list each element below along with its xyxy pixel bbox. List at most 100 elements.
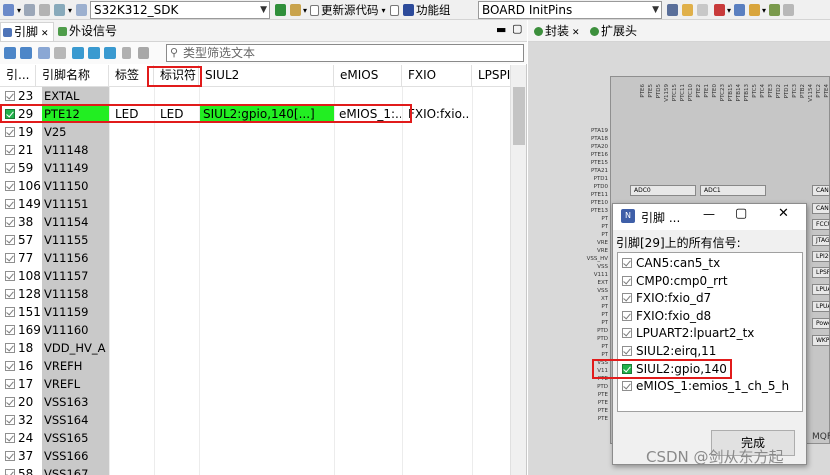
signal-checkbox[interactable] (622, 275, 632, 286)
table-row[interactable]: 58 VSS167 (0, 465, 510, 475)
cell-ident[interactable]: LED (160, 105, 204, 123)
table-row[interactable]: 149 V11151 (0, 195, 510, 213)
wand-icon[interactable] (749, 4, 761, 16)
search-input[interactable]: ⚲ 类型筛选文本 (166, 44, 524, 62)
left-pin-label[interactable]: PT (601, 352, 608, 358)
function-group-button[interactable]: 功能组 (390, 3, 451, 17)
left-pin-label[interactable]: PTE (598, 376, 608, 382)
peripheral-box[interactable]: ADC0 (630, 185, 696, 196)
function-group-combo[interactable]: BOARD InitPins ▼ (478, 1, 662, 19)
left-pin-label[interactable]: V111 (594, 272, 608, 278)
route-mid-icon[interactable] (88, 47, 100, 59)
save-all-icon[interactable] (39, 4, 51, 16)
row-checkbox[interactable] (5, 235, 15, 245)
settings-icon[interactable] (290, 4, 301, 16)
column-header-label[interactable]: 标签 (109, 65, 154, 86)
pin-name[interactable]: V11154 (42, 213, 109, 231)
update-source-button[interactable]: 更新源代码 ▾ (310, 3, 386, 17)
signal-item[interactable]: eMIOS_1:emios_1_ch_5_h (622, 378, 789, 395)
left-pin-label[interactable]: PTA18 (591, 136, 608, 142)
left-pin-label[interactable]: VSS_HV (587, 256, 608, 262)
signal-checkbox[interactable] (622, 293, 632, 304)
top-pin-label[interactable]: PTC3 (792, 84, 798, 98)
left-pin-label[interactable]: PT (601, 344, 608, 350)
top-pin-label[interactable]: PTE2 (696, 84, 702, 98)
cell-emios[interactable]: eMIOS_1:... (339, 105, 401, 123)
top-pin-label[interactable]: PTC23 (720, 84, 726, 101)
table-row[interactable]: 77 V11156 (0, 249, 510, 267)
top-pin-label[interactable]: PTB14 (736, 84, 742, 101)
column-header-pin-name[interactable]: 引脚名称 (36, 65, 109, 86)
left-pin-label[interactable]: PTA20 (591, 144, 608, 150)
left-pin-label[interactable]: PTE (598, 408, 608, 414)
close-icon[interactable]: ✕ (778, 206, 789, 221)
left-pin-label[interactable]: PTA19 (591, 128, 608, 134)
row-checkbox[interactable] (5, 361, 15, 371)
signal-checkbox[interactable] (622, 258, 632, 268)
pin-name[interactable]: V11159 (42, 303, 109, 321)
top-pin-label[interactable]: PTC11 (680, 84, 686, 101)
minimize-icon[interactable]: ▬ (496, 23, 506, 36)
table-row[interactable]: 59 V11149 (0, 159, 510, 177)
table-row[interactable]: 128 V11158 (0, 285, 510, 303)
toolbar-right-icons[interactable]: ▾ ▾ (667, 3, 795, 17)
left-pin-label[interactable]: PTD (597, 384, 608, 390)
row-checkbox[interactable] (5, 451, 15, 461)
left-pin-label[interactable]: PTA21 (591, 168, 608, 174)
signal-checkbox[interactable] (622, 310, 632, 321)
row-checkbox[interactable] (5, 253, 15, 263)
peripheral-box[interactable]: CAN0 (812, 185, 830, 196)
top-pin-label[interactable]: PTC5 (752, 84, 758, 98)
row-checkbox[interactable] (5, 127, 15, 137)
minimize-icon[interactable]: — (703, 207, 715, 221)
column-header-emios[interactable]: eMIOS (334, 65, 402, 86)
peripheral-box[interactable]: FCCU (812, 219, 830, 230)
pin-name[interactable]: V11158 (42, 285, 109, 303)
external-icon[interactable] (783, 4, 795, 16)
top-pin-label[interactable]: PTD5 (656, 84, 662, 98)
top-pin-label[interactable]: PTE1 (704, 84, 710, 98)
maximize-icon[interactable]: ▢ (512, 22, 522, 35)
table-row[interactable]: 18 VDD_HV_A (0, 339, 510, 357)
pin-name[interactable]: VSS164 (42, 411, 109, 429)
pin-name[interactable]: VSS165 (42, 429, 109, 447)
left-pin-label[interactable]: PT (601, 216, 608, 222)
table-row[interactable]: 106 V11150 (0, 177, 510, 195)
pin-name[interactable]: VSS167 (42, 465, 109, 475)
left-pin-label[interactable]: PTE10 (591, 200, 608, 206)
table-row[interactable]: 16 VREFH (0, 357, 510, 375)
expand-all-icon[interactable] (20, 47, 32, 59)
pin-name[interactable]: VREFL (42, 375, 109, 393)
column-header-lpspi[interactable]: LPSPI (472, 65, 510, 86)
top-pin-label[interactable]: PTD1 (784, 84, 790, 98)
peripheral-box[interactable]: LPSPI (812, 267, 830, 278)
left-pin-label[interactable]: VRE (597, 248, 608, 254)
save-icon[interactable] (24, 4, 36, 16)
pin-name[interactable]: EXTAL (42, 87, 109, 105)
row-checkbox[interactable] (5, 181, 15, 191)
row-checkbox[interactable] (5, 109, 15, 119)
top-pin-label[interactable]: V1159 (664, 84, 670, 102)
top-pin-label[interactable]: PTE4 (824, 84, 830, 98)
left-pin-label[interactable]: V11 (597, 368, 608, 374)
pin-name[interactable]: V11155 (42, 231, 109, 249)
left-pin-label[interactable]: PTD0 (594, 184, 608, 190)
row-checkbox[interactable] (5, 271, 15, 281)
tools-icon[interactable] (734, 4, 746, 16)
lightning-icon[interactable] (122, 47, 131, 59)
left-pin-label[interactable]: VSS (597, 360, 608, 366)
sort-icon[interactable] (54, 47, 66, 59)
top-pin-label[interactable]: PTB13 (744, 84, 750, 101)
row-checkbox[interactable] (5, 289, 15, 299)
top-pin-label[interactable]: PTE0 (712, 84, 718, 98)
top-pin-label[interactable]: PTE5 (648, 84, 654, 98)
left-pin-label[interactable]: PT (601, 232, 608, 238)
table-row[interactable]: 38 V11154 (0, 213, 510, 231)
left-pin-label[interactable]: PT (601, 312, 608, 318)
grid-icon[interactable] (667, 4, 678, 16)
row-checkbox[interactable] (5, 163, 15, 173)
edit-icon[interactable] (3, 4, 14, 16)
table-row[interactable]: 37 VSS166 (0, 447, 510, 465)
table-row[interactable]: 20 VSS163 (0, 393, 510, 411)
home-tools[interactable]: ▾ (275, 3, 307, 17)
